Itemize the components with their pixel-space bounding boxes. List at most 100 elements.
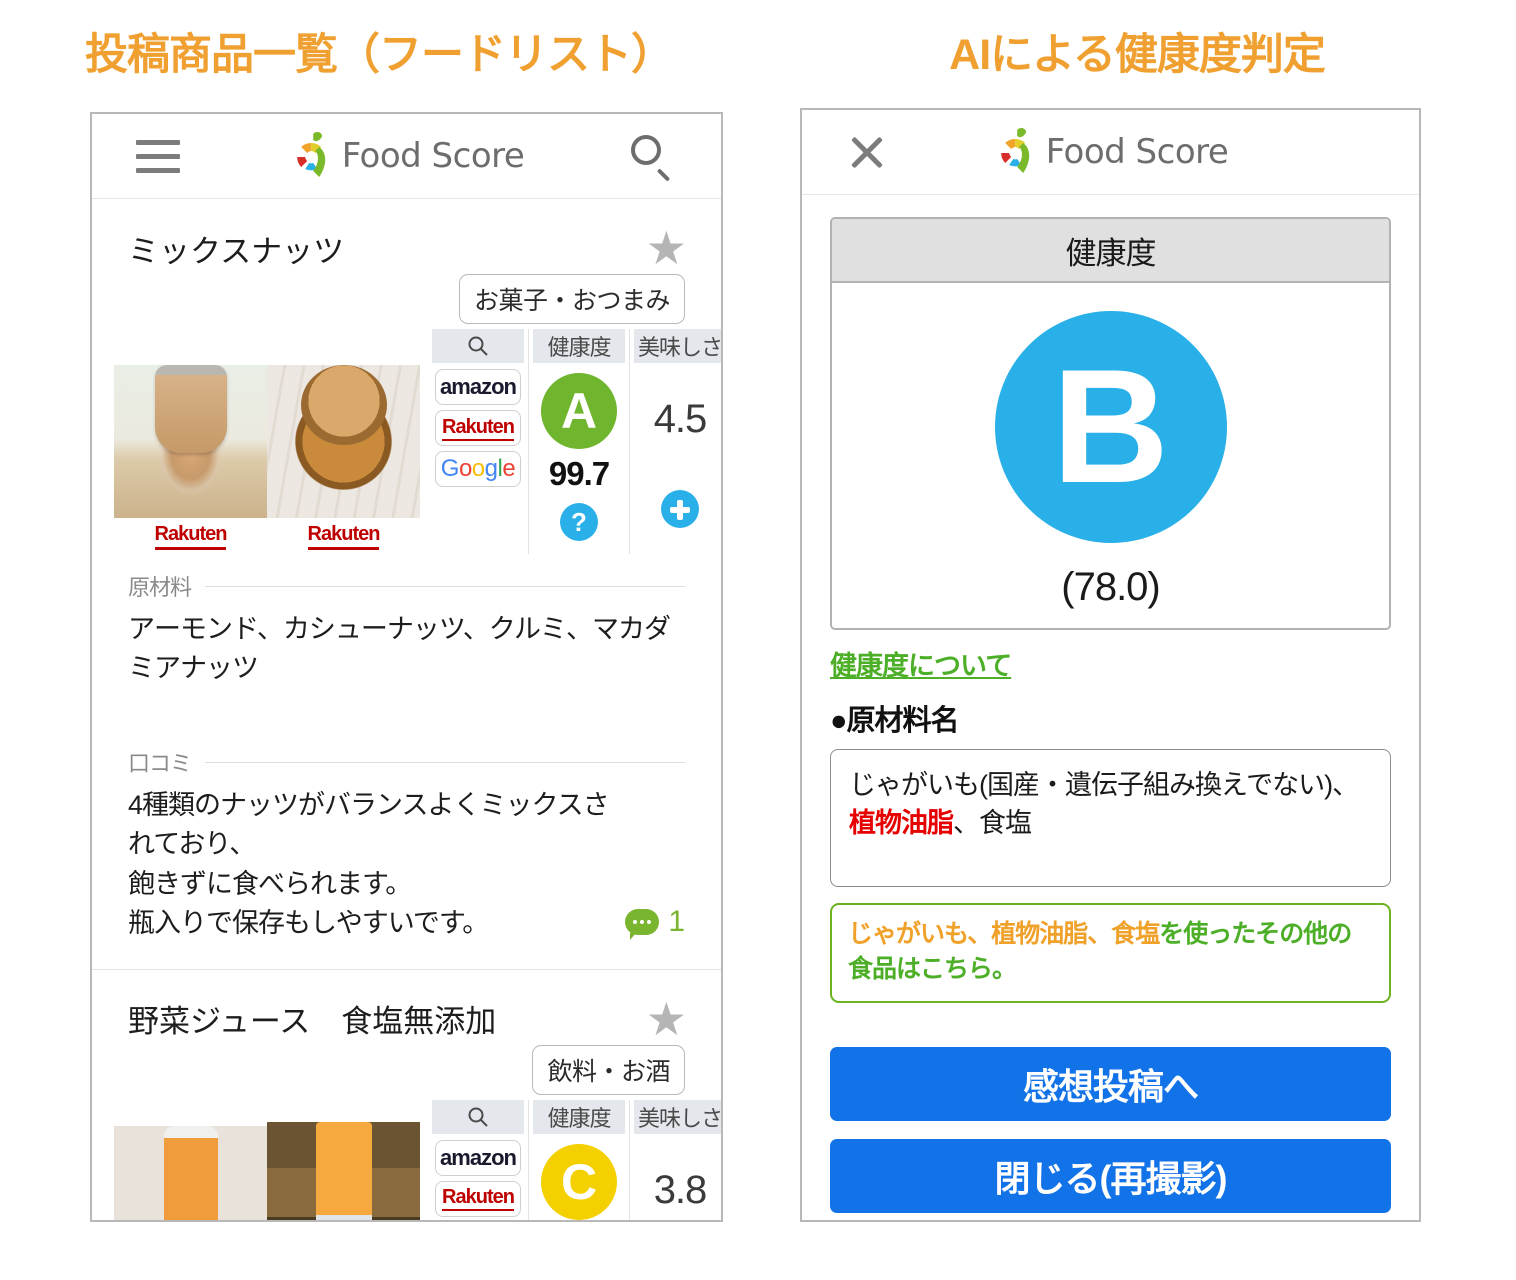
reviews-label: 口コミ [128,746,685,778]
taste-group: 3.8 [630,1134,721,1220]
shop-link-rakuten[interactable]: Rakuten [435,410,521,446]
health-column: 健康度 A 99.7 ? [528,329,629,554]
star-icon[interactable]: ★ [646,225,687,271]
rakuten-logo-icon: Rakuten [154,523,227,550]
app-header-left: Food Score [92,114,721,199]
health-score-value: (78.0) [1061,565,1160,609]
taste-column-header: 美味しさ [634,329,721,363]
ingredients-highlight: 植物油脂 [849,808,954,839]
ingredients-line-2-rest: 、食塩 [953,808,1032,839]
post-review-button[interactable]: 感想投稿へ [830,1047,1391,1121]
hamburger-icon[interactable] [136,139,180,173]
product-body: Rakuten Rakuten amazon Rakuten Google 健康… [92,321,721,554]
taste-column: 美味しさ 4.5 [629,329,721,554]
ingredients-field: 原材料 アーモンド、カシューナッツ、クルミ、マカダミアナッツ [92,554,721,688]
ingredients-label: 原材料 [128,570,685,602]
ingredients-line-1: じゃがいも(国産・遺伝子組み換えでない)、 [849,770,1359,800]
category-chip[interactable]: お菓子・おつまみ [458,274,685,324]
close-icon[interactable] [844,130,888,174]
health-score: 99.7 [548,455,610,492]
thumbnail[interactable]: Rakuten [267,329,420,554]
taste-group: 4.5 [630,363,721,528]
google-logo-icon: Google [440,455,516,482]
right-panel-title: AIによる健康度判定 [949,31,1326,79]
health-score-card-title: 健康度 [832,219,1389,283]
taste-column-header: 美味しさ [634,1099,721,1134]
shop-link-google[interactable]: Google [435,451,521,487]
health-grade-badge-large: B [994,311,1227,543]
reviews-field: 口コミ 4種類のナッツがバランスよくミックスされており、 飽きずに食べられます。… [92,688,721,943]
health-column: 健康度 C 33.6 ? [528,1099,629,1220]
product-image-glass [267,1121,420,1220]
brand-logo: Food Score [993,127,1229,177]
health-score-card: 健康度 B (78.0) [830,217,1391,630]
taste-column: 美味しさ 3.8 [629,1099,721,1220]
product-image-bottle [114,1125,267,1220]
health-score-card-body: B (78.0) [832,283,1389,628]
health-column-header: 健康度 [533,1099,625,1134]
left-panel-title: 投稿商品一覧（フードリスト） [85,31,674,79]
food-score-mark-icon [993,127,1037,177]
product-name: 野菜ジュース 食塩無添加 [128,1004,497,1040]
search-icon[interactable] [631,135,673,177]
review-line: 4種類のナッツがバランスよくミックスされており、 [128,790,610,860]
search-icon [468,336,488,356]
health-grade-group: A 99.7 ? [529,363,629,541]
product-card: 野菜ジュース 食塩無添加 ★ 飲料・お酒 Rakuten YAHOO!JAPAN [92,970,721,1220]
brand-name: Food Score [1045,132,1229,172]
comment-count-group[interactable]: 1 [625,905,685,943]
add-icon[interactable] [661,490,699,528]
shop-column-header [432,329,524,363]
related-foods-suggestion[interactable]: じゃがいも、植物油脂、食塩を使ったその他の食品はこちら。 [830,903,1391,1003]
right-panel: AIによる健康度判定 [758,0,1516,79]
ingredients-value: アーモンド、カシューナッツ、クルミ、マカダミアナッツ [128,614,671,684]
shop-link-list: amazon Rakuten Google [428,363,528,487]
health-grade-group: C 33.6 ? [529,1134,629,1220]
shop-link-rakuten[interactable]: Rakuten [435,1180,521,1217]
help-icon[interactable]: ? [560,503,598,541]
product-thumbnails: Rakuten Rakuten [114,329,420,554]
brand-logo: Food Score [289,131,525,181]
product-thumbnails: Rakuten YAHOO!JAPAN [114,1100,420,1220]
thumbnail[interactable]: Rakuten [114,329,267,554]
category-row: お菓子・おつまみ [92,274,721,324]
suggestion-ingredients: じゃがいも、植物油脂、食塩 [848,920,1160,948]
product-image-jar [114,365,267,518]
category-chip[interactable]: 飲料・お酒 [532,1044,685,1095]
ai-health-result-screen: Food Score 健康度 B (78.0) 健康度について ●原材料名 じゃ… [800,108,1421,1222]
health-grade-badge: C [541,1143,617,1220]
comment-count: 1 [668,904,685,938]
thumbnail[interactable]: Rakuten [114,1100,267,1220]
shop-link-list: amazon Rakuten YAHOO!JAPAN Google [428,1134,528,1220]
thumbnail-shop: Rakuten [267,518,420,554]
ingredients-heading: ●原材料名 [830,705,960,737]
taste-score: 3.8 [653,1167,708,1212]
product-body: Rakuten YAHOO!JAPAN [92,1092,721,1220]
rakuten-logo-icon: Rakuten [307,523,380,550]
result-body: 健康度 B (78.0) 健康度について ●原材料名 じゃがいも(国産・遺伝子組… [802,195,1419,1213]
shop-column-header [432,1099,524,1134]
score-table: amazon Rakuten Google 健康度 A 99.7 ? 美味しさ … [428,329,721,554]
review-line: 瓶入りで保存もしやすいです。 [128,907,489,938]
score-table: amazon Rakuten YAHOO!JAPAN Google [428,1099,721,1220]
taste-score: 4.5 [653,397,708,441]
shop-link-amazon[interactable]: amazon [435,369,521,405]
star-icon[interactable]: ★ [646,996,687,1042]
product-image-bowl [267,365,420,518]
left-panel: 投稿商品一覧（フードリスト） [0,0,758,79]
about-health-score-link[interactable]: 健康度について [830,644,1012,683]
shop-links-column: amazon Rakuten YAHOO!JAPAN Google [428,1099,528,1220]
health-column-header: 健康度 [533,329,625,363]
search-icon [468,1107,488,1127]
product-header: 野菜ジュース 食塩無添加 ★ [92,970,721,1048]
brand-name: Food Score [341,136,525,176]
shop-link-amazon[interactable]: amazon [435,1139,521,1176]
thumbnail[interactable]: YAHOO!JAPAN [267,1100,420,1220]
category-row: 飲料・お酒 [92,1044,721,1095]
health-grade-badge: A [541,373,617,449]
food-list-screen: Food Score ミックスナッツ ★ お菓子・おつまみ Rakuten Ra… [90,112,723,1222]
close-retake-button[interactable]: 閉じる(再撮影) [830,1139,1391,1213]
shop-links-column: amazon Rakuten Google [428,329,528,554]
food-score-mark-icon [289,131,333,181]
app-header-right: Food Score [802,110,1419,195]
